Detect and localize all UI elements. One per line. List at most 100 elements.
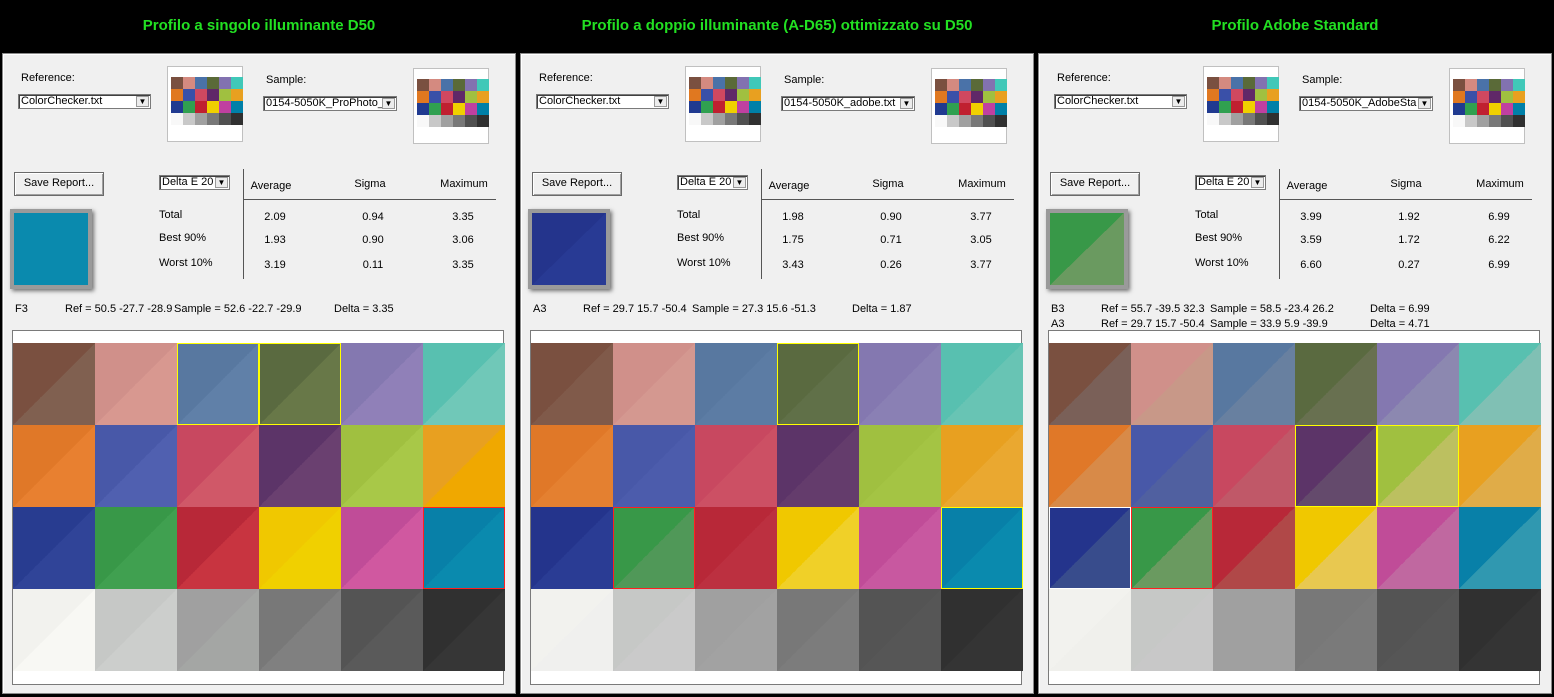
reference-dropdown[interactable]: ColorChecker.txt ▼ [18, 94, 151, 109]
sample-dropdown[interactable]: 0154-5050K_AdobeSta ▼ [1299, 96, 1433, 111]
color-patch[interactable] [95, 589, 177, 671]
color-patch[interactable] [1131, 589, 1213, 671]
color-patch[interactable] [1459, 507, 1541, 589]
color-patch[interactable] [177, 589, 259, 671]
color-patch[interactable] [341, 507, 423, 589]
color-patch[interactable] [1131, 343, 1213, 425]
color-patch[interactable] [341, 425, 423, 507]
color-patch[interactable] [1459, 589, 1541, 671]
stat-row-label: Total [677, 209, 701, 221]
color-patch[interactable] [859, 343, 941, 425]
color-patch[interactable] [95, 343, 177, 425]
color-patch[interactable] [1295, 507, 1377, 589]
color-patch[interactable] [1459, 343, 1541, 425]
color-patch[interactable] [1049, 343, 1131, 425]
color-patch[interactable] [423, 343, 505, 425]
color-patch[interactable] [695, 425, 777, 507]
color-patch[interactable] [777, 507, 859, 589]
thumbnail-patch [465, 79, 477, 91]
color-patch[interactable] [777, 425, 859, 507]
title-3: Profilo Adobe Standard [1211, 17, 1379, 34]
color-patch[interactable] [695, 589, 777, 671]
color-patch[interactable] [13, 425, 95, 507]
color-patch[interactable] [1459, 425, 1541, 507]
sample-dropdown[interactable]: 0154-5050K_ProPhoto_ ▼ [263, 96, 397, 111]
sample-dropdown[interactable]: 0154-5050K_adobe.txt ▼ [781, 96, 915, 111]
metric-value: Delta E 20 [162, 176, 214, 188]
color-patch[interactable] [1213, 343, 1295, 425]
metric-dropdown[interactable]: Delta E 20 ▼ [1195, 175, 1266, 190]
chevron-down-icon: ▼ [382, 98, 395, 109]
color-patch[interactable] [941, 589, 1023, 671]
color-patch[interactable] [1213, 589, 1295, 671]
color-patch[interactable] [531, 507, 613, 589]
color-patch[interactable] [777, 589, 859, 671]
color-patch[interactable] [695, 343, 777, 425]
color-patch[interactable] [1295, 589, 1377, 671]
color-patch[interactable] [177, 343, 259, 425]
color-patch[interactable] [1131, 425, 1213, 507]
thumbnail-patch [1267, 113, 1279, 125]
color-patch[interactable] [13, 343, 95, 425]
color-patch[interactable] [531, 589, 613, 671]
color-patch[interactable] [177, 425, 259, 507]
color-patch[interactable] [423, 425, 505, 507]
color-patch[interactable] [859, 589, 941, 671]
color-patch[interactable] [859, 425, 941, 507]
color-patch[interactable] [177, 507, 259, 589]
color-patch[interactable] [1131, 507, 1213, 589]
color-patch[interactable] [1213, 507, 1295, 589]
thumbnail-patch [1489, 115, 1501, 127]
color-patch[interactable] [95, 425, 177, 507]
metric-dropdown[interactable]: Delta E 20 ▼ [159, 175, 230, 190]
save-report-button[interactable]: Save Report... [532, 172, 622, 196]
color-patch[interactable] [531, 425, 613, 507]
color-patch[interactable] [613, 425, 695, 507]
color-patch[interactable] [95, 507, 177, 589]
color-patch[interactable] [941, 507, 1023, 589]
color-patch[interactable] [531, 343, 613, 425]
color-patch[interactable] [1295, 425, 1377, 507]
color-patch[interactable] [1049, 589, 1131, 671]
color-patch[interactable] [259, 507, 341, 589]
color-patch[interactable] [13, 589, 95, 671]
thumbnail-patch [1477, 103, 1489, 115]
color-patch[interactable] [341, 343, 423, 425]
reference-dropdown[interactable]: ColorChecker.txt ▼ [1054, 94, 1187, 109]
color-patch[interactable] [1213, 425, 1295, 507]
colorchecker-frame [1048, 330, 1541, 685]
color-patch[interactable] [1377, 425, 1459, 507]
reference-dropdown[interactable]: ColorChecker.txt ▼ [536, 94, 669, 109]
save-report-button[interactable]: Save Report... [14, 172, 104, 196]
color-patch[interactable] [341, 589, 423, 671]
color-patch[interactable] [859, 507, 941, 589]
color-patch[interactable] [941, 343, 1023, 425]
color-patch[interactable] [1049, 507, 1131, 589]
color-patch[interactable] [941, 425, 1023, 507]
thumbnail-patch [725, 113, 737, 125]
color-patch[interactable] [13, 507, 95, 589]
color-patch[interactable] [1377, 507, 1459, 589]
color-patch[interactable] [423, 507, 505, 589]
color-patch[interactable] [695, 507, 777, 589]
color-patch[interactable] [259, 343, 341, 425]
header-average: Average [1286, 180, 1328, 192]
detail-patch-id: A3 [1051, 318, 1065, 330]
thumbnail-patch [417, 115, 429, 127]
color-patch[interactable] [259, 589, 341, 671]
color-patch[interactable] [613, 589, 695, 671]
color-patch[interactable] [613, 507, 695, 589]
stat-maximum: 3.35 [452, 211, 474, 223]
color-patch[interactable] [613, 343, 695, 425]
metric-dropdown[interactable]: Delta E 20 ▼ [677, 175, 748, 190]
color-patch[interactable] [777, 343, 859, 425]
color-patch[interactable] [1377, 589, 1459, 671]
color-patch[interactable] [1295, 343, 1377, 425]
thumbnail-patch [1267, 77, 1279, 89]
save-report-button[interactable]: Save Report... [1050, 172, 1140, 196]
color-patch[interactable] [423, 589, 505, 671]
color-patch[interactable] [1377, 343, 1459, 425]
color-patch[interactable] [1049, 425, 1131, 507]
thumbnail-patch [701, 89, 713, 101]
color-patch[interactable] [259, 425, 341, 507]
